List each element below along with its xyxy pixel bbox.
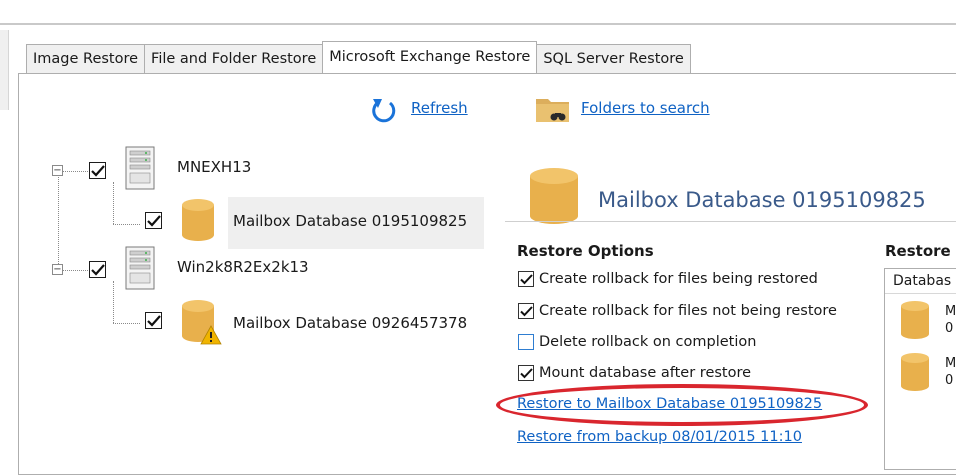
- database-name[interactable]: Mailbox Database 0195109825: [233, 212, 467, 230]
- tree-line: [63, 171, 88, 172]
- warning-icon: [200, 325, 222, 349]
- tree-line: [113, 224, 140, 225]
- database-icon: [180, 197, 216, 247]
- server-name[interactable]: MNEXH13: [177, 158, 251, 176]
- tab-image-restore[interactable]: Image Restore: [26, 44, 146, 73]
- list-item-line: M: [945, 304, 956, 319]
- column-header[interactable]: Databas: [885, 269, 956, 294]
- restore-options-heading: Restore Options: [517, 242, 654, 260]
- checkbox[interactable]: [518, 334, 534, 350]
- database-icon: [899, 299, 931, 345]
- tab-sql-server-restore[interactable]: SQL Server Restore: [536, 44, 691, 73]
- database-icon: [899, 351, 931, 397]
- option-create-rollback-restored[interactable]: Create rollback for files being restored: [518, 271, 818, 287]
- tree-line: [113, 323, 140, 324]
- option-label: Mount database after restore: [539, 365, 752, 381]
- tab-strip: Image Restore File and Folder Restore Mi…: [26, 41, 691, 74]
- option-mount-database[interactable]: Mount database after restore: [518, 365, 751, 381]
- option-label: Create rollback for files not being rest…: [539, 303, 837, 319]
- collapse-toggle[interactable]: −: [52, 165, 63, 176]
- database-name[interactable]: Mailbox Database 0926457378: [233, 314, 467, 332]
- restore-list[interactable]: Databas M 0 M 0: [884, 268, 956, 470]
- list-item[interactable]: M 0: [945, 355, 956, 389]
- option-create-rollback-not-restored[interactable]: Create rollback for files not being rest…: [518, 303, 837, 319]
- refresh-link[interactable]: Refresh: [411, 99, 468, 117]
- list-item[interactable]: M 0: [945, 303, 956, 337]
- tree-line: [63, 270, 88, 271]
- restore-to-database-link[interactable]: Restore to Mailbox Database 0195109825: [517, 396, 822, 412]
- left-edge: [0, 30, 9, 110]
- tab-file-and-folder-restore[interactable]: File and Folder Restore: [144, 44, 324, 73]
- server-icon: [125, 146, 155, 194]
- restore-heading: Restore: [885, 242, 951, 260]
- option-label: Delete rollback on completion: [539, 334, 757, 350]
- tree-line: [113, 182, 114, 224]
- collapse-toggle[interactable]: −: [52, 264, 63, 275]
- refresh-icon[interactable]: [367, 95, 403, 129]
- folders-to-search-link[interactable]: Folders to search: [581, 99, 710, 117]
- title-divider: [505, 221, 956, 222]
- server-checkbox[interactable]: [89, 162, 106, 179]
- database-checkbox[interactable]: [145, 312, 162, 329]
- tab-microsoft-exchange-restore[interactable]: Microsoft Exchange Restore: [322, 41, 538, 73]
- tree-line: [58, 175, 59, 270]
- database-checkbox[interactable]: [145, 212, 162, 229]
- list-item-line: 0: [945, 373, 954, 388]
- folders-to-search-icon[interactable]: [534, 93, 576, 129]
- restore-from-backup-link[interactable]: Restore from backup 08/01/2015 11:10: [517, 429, 802, 445]
- database-title: Mailbox Database 0195109825: [598, 188, 926, 212]
- option-label: Create rollback for files being restored: [539, 271, 818, 287]
- list-item-line: M: [945, 356, 956, 371]
- checkbox[interactable]: [518, 271, 534, 287]
- checkbox[interactable]: [518, 365, 534, 381]
- list-item-line: 0: [945, 321, 954, 336]
- top-divider: [0, 23, 956, 25]
- tree-line: [113, 281, 114, 323]
- server-checkbox[interactable]: [89, 261, 106, 278]
- option-delete-rollback[interactable]: Delete rollback on completion: [518, 334, 756, 350]
- server-icon: [125, 246, 155, 294]
- server-name[interactable]: Win2k8R2Ex2k13: [177, 258, 309, 276]
- checkbox[interactable]: [518, 303, 534, 319]
